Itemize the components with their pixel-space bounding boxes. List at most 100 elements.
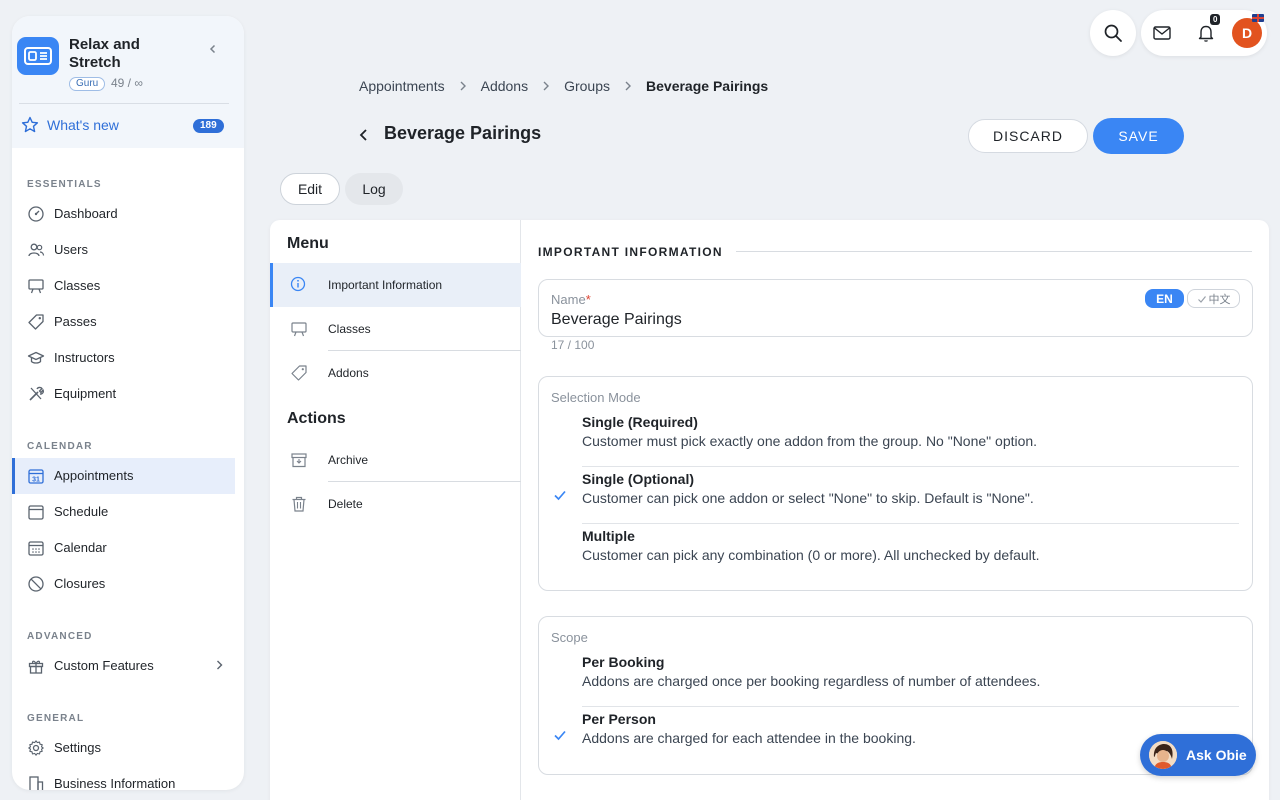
whats-new-link[interactable]: What's new 189 [12, 104, 244, 148]
bell-icon[interactable] [1196, 23, 1216, 43]
save-button[interactable]: SAVE [1093, 118, 1184, 154]
sidebar-item-label: Business Information [54, 776, 176, 790]
name-char-count: 17 / 100 [551, 338, 595, 352]
archive-icon [291, 453, 307, 468]
sidebar-item-settings[interactable]: Settings [12, 730, 235, 766]
action-label: Delete [328, 497, 363, 511]
uk-flag-icon [1252, 14, 1264, 22]
form-content: IMPORTANT INFORMATION Name* Beverage Pai… [522, 220, 1269, 800]
option-single-required[interactable]: Single (Required) Customer must pick exa… [539, 410, 1254, 467]
user-avatar[interactable]: D [1232, 18, 1262, 48]
sidebar-item-label: Appointments [54, 468, 134, 483]
sidebar-item-business-information[interactable]: Business Information [12, 766, 235, 790]
sidebar-item-custom-features[interactable]: Custom Features [12, 648, 235, 684]
seat-count: 49 / ∞ [111, 76, 143, 90]
menu-item-classes[interactable]: Classes [270, 307, 521, 351]
schedule-icon [28, 505, 44, 520]
sidebar-item-label: Dashboard [54, 206, 118, 221]
mail-icon[interactable] [1151, 23, 1173, 43]
tab-log[interactable]: Log [345, 173, 403, 205]
sidebar-item-dashboard[interactable]: Dashboard [12, 196, 235, 232]
menu-item-label: Addons [328, 366, 369, 380]
sidebar-item-instructors[interactable]: Instructors [12, 340, 235, 376]
breadcrumb-addons[interactable]: Addons [481, 78, 528, 94]
graduation-cap-icon [27, 351, 45, 364]
easel-icon [291, 322, 307, 337]
global-search-button[interactable] [1090, 10, 1136, 56]
check-icon [1197, 295, 1206, 303]
app-logo[interactable] [17, 37, 59, 75]
option-multiple[interactable]: Multiple Customer can pick any combinati… [539, 524, 1254, 581]
section-title-advanced: ADVANCED [27, 631, 93, 642]
whats-new-count-badge: 189 [193, 119, 224, 133]
action-delete[interactable]: Delete [270, 482, 521, 526]
chevron-right-icon [623, 80, 633, 92]
sidebar-item-schedule[interactable]: Schedule [12, 494, 235, 530]
chevron-right-icon [541, 80, 551, 92]
calendar-31-icon: 31 [28, 469, 44, 484]
actions-heading: Actions [287, 410, 346, 427]
option-per-booking[interactable]: Per Booking Addons are charged once per … [539, 650, 1254, 707]
option-title: Single (Optional) [582, 471, 694, 487]
tag-icon [28, 314, 44, 330]
sidebar-item-label: Calendar [54, 540, 107, 555]
sidebar-item-users[interactable]: Users [12, 232, 235, 268]
sidebar-item-passes[interactable]: Passes [12, 304, 235, 340]
svg-text:31: 31 [32, 477, 40, 484]
prohibited-icon [28, 576, 44, 592]
selection-mode-label: Selection Mode [551, 390, 641, 405]
menu-item-addons[interactable]: Addons [270, 351, 521, 395]
users-icon [28, 243, 45, 257]
option-description: Customer must pick exactly one addon fro… [582, 433, 1038, 449]
option-title: Per Booking [582, 654, 665, 670]
language-toggle-zh[interactable]: 中文 [1187, 289, 1240, 308]
language-toggle-en[interactable]: EN [1145, 289, 1184, 308]
whats-new-label: What's new [47, 117, 119, 133]
option-title: Multiple [582, 528, 635, 544]
name-field-label: Name* [551, 292, 591, 307]
sidebar-item-classes[interactable]: Classes [12, 268, 235, 304]
section-title-essentials: ESSENTIALS [27, 179, 102, 190]
breadcrumb: Appointments Addons Groups Beverage Pair… [359, 78, 768, 94]
breadcrumb-current: Beverage Pairings [646, 78, 769, 94]
collapse-sidebar-button[interactable] [205, 41, 221, 57]
chevron-right-icon [458, 80, 468, 92]
back-button[interactable] [355, 126, 373, 144]
sidebar-item-label: Passes [54, 314, 97, 329]
group-editor-card: Menu Important Information Classes Addon… [270, 220, 1269, 800]
menu-item-important-information[interactable]: Important Information [270, 263, 521, 307]
sidebar-item-label: Equipment [54, 386, 117, 401]
sidebar-item-equipment[interactable]: Equipment [12, 376, 235, 412]
tools-icon [29, 386, 44, 401]
menu-item-label: Classes [328, 322, 371, 336]
chevron-left-icon [209, 44, 216, 54]
sidebar-item-closures[interactable]: Closures [12, 566, 235, 602]
tag-icon [291, 365, 307, 381]
option-description: Addons are charged for each attendee in … [582, 730, 916, 746]
action-label: Archive [328, 453, 369, 467]
sidebar-item-appointments[interactable]: 31 Appointments [12, 458, 235, 494]
plan-badge: Guru [69, 77, 106, 91]
section-title-general: GENERAL [27, 713, 85, 724]
sidebar-header: Relax and Stretch Guru 49 / ∞ [12, 16, 244, 104]
required-mark: * [585, 292, 591, 307]
name-input[interactable]: Beverage Pairings [551, 311, 682, 329]
option-description: Customer can pick any combination (0 or … [582, 547, 1040, 563]
sidebar-item-label: Instructors [54, 350, 115, 365]
sidebar-item-label: Settings [54, 740, 101, 755]
building-icon [29, 776, 44, 790]
check-icon [554, 490, 566, 501]
trash-icon [292, 496, 306, 512]
tab-edit[interactable]: Edit [280, 173, 340, 205]
page-title: Beverage Pairings [384, 123, 542, 143]
calendar-grid-icon [28, 541, 44, 556]
breadcrumb-groups[interactable]: Groups [564, 78, 610, 94]
option-single-optional[interactable]: Single (Optional) Customer can pick one … [539, 467, 1254, 524]
info-circle-icon [290, 276, 306, 292]
action-archive[interactable]: Archive [270, 438, 521, 482]
name-field[interactable]: Name* Beverage Pairings EN 中文 [538, 279, 1253, 337]
discard-button[interactable]: DISCARD [968, 119, 1088, 153]
sidebar-item-calendar[interactable]: Calendar [12, 530, 235, 566]
breadcrumb-appointments[interactable]: Appointments [359, 78, 445, 94]
ask-obie-button[interactable]: Ask Obie [1140, 734, 1256, 776]
